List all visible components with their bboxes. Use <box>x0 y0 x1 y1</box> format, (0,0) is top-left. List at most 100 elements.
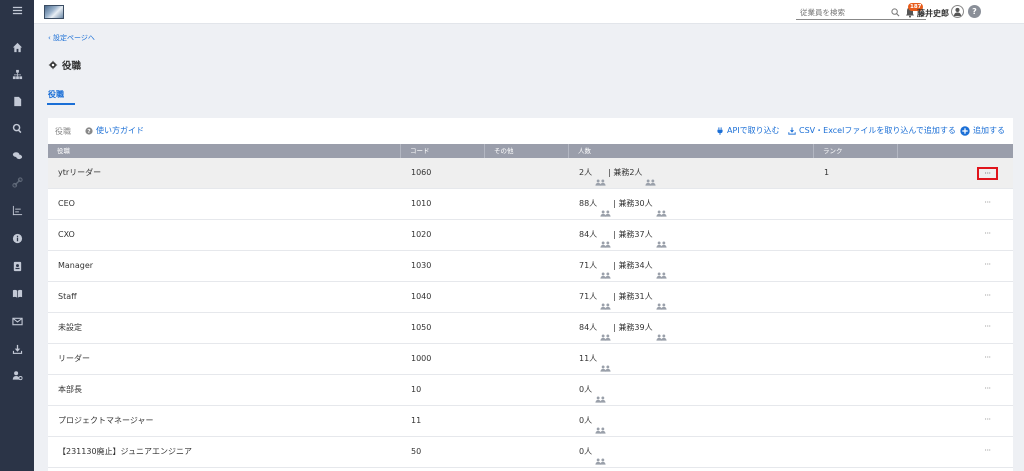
plus-circle-icon <box>960 125 970 136</box>
tab-roles[interactable]: 役職 <box>48 89 64 100</box>
help-button[interactable]: ? <box>968 5 981 18</box>
column-header-role[interactable]: 役職 <box>48 144 401 158</box>
back-link-label: 設定ページへ <box>53 34 95 42</box>
row-more-button[interactable]: ··· <box>977 260 998 273</box>
column-header-actions <box>898 144 1013 158</box>
svg-text:?: ? <box>87 129 90 135</box>
role-member-counts: 0人 <box>579 437 608 467</box>
row-more-button[interactable]: ··· <box>977 415 998 428</box>
row-more-button[interactable]: ··· <box>977 291 998 304</box>
column-header-other[interactable]: その他 <box>485 144 569 158</box>
role-code: 50 <box>411 447 422 456</box>
people-icon[interactable] <box>645 170 657 187</box>
chat-icon[interactable] <box>0 148 34 162</box>
people-icon[interactable] <box>600 201 611 218</box>
role-member-counts: 84人 | 兼務37人 <box>579 220 669 250</box>
people-icon[interactable] <box>656 201 667 218</box>
search-icon[interactable] <box>891 8 900 17</box>
role-name: CEO <box>58 199 75 208</box>
people-icon[interactable] <box>600 356 611 373</box>
row-more-button[interactable]: ··· <box>977 198 998 211</box>
link-icon[interactable] <box>0 175 34 189</box>
member-count: 88人 <box>579 199 598 208</box>
people-icon[interactable] <box>656 232 667 249</box>
people-icon[interactable] <box>595 449 606 466</box>
role-member-counts: 71人 | 兼務31人 <box>579 282 669 312</box>
profile-icon[interactable] <box>0 259 34 273</box>
role-member-counts: 84人 | 兼務39人 <box>579 313 669 343</box>
people-icon[interactable] <box>600 232 611 249</box>
member-count: 84人 <box>579 323 598 332</box>
role-code: 1030 <box>411 261 432 270</box>
table-row[interactable]: CXO 1020 84人 | 兼務37人 ··· <box>48 220 1013 251</box>
usage-guide-link[interactable]: ? 使い方ガイド <box>85 125 144 136</box>
role-code: 1020 <box>411 230 432 239</box>
mail-icon[interactable] <box>0 314 34 328</box>
table-row[interactable]: リーダー 1000 11人 ··· <box>48 344 1013 375</box>
member-count: 0人 <box>579 447 593 456</box>
page-header: 役職 <box>48 58 81 72</box>
column-header-rank[interactable]: ランク <box>814 144 898 158</box>
table-row[interactable]: CEO 1010 88人 | 兼務30人 ··· <box>48 189 1013 220</box>
plug-icon <box>717 126 723 135</box>
table-row[interactable]: Manager 1030 71人 | 兼務34人 ··· <box>48 251 1013 282</box>
member-count: 2人 <box>579 168 593 177</box>
add-role-button[interactable]: 追加する <box>960 125 1005 136</box>
column-header-code[interactable]: コード <box>401 144 485 158</box>
back-to-settings-link[interactable]: ‹ 設定ページへ <box>48 33 95 43</box>
book-icon[interactable] <box>0 286 34 300</box>
download-icon[interactable] <box>0 342 34 356</box>
table-row[interactable]: プロジェクトマネージャー 11 0人 ··· <box>48 406 1013 437</box>
table-row[interactable]: 未設定 1050 84人 | 兼務39人 ··· <box>48 313 1013 344</box>
document-icon[interactable] <box>0 94 34 108</box>
row-more-button[interactable]: ··· <box>977 322 998 335</box>
chart-icon[interactable] <box>0 203 34 217</box>
people-icon[interactable] <box>656 263 667 280</box>
people-icon[interactable] <box>600 325 611 342</box>
role-member-counts: 0人 <box>579 406 608 436</box>
role-rank: 1 <box>824 168 830 177</box>
row-more-button[interactable]: ··· <box>977 167 998 180</box>
row-more-button[interactable]: ··· <box>977 446 998 459</box>
people-icon[interactable] <box>595 418 606 435</box>
concurrent-count: 兼務30人 <box>618 199 653 208</box>
search-icon[interactable] <box>0 121 34 135</box>
table-row[interactable]: ytrリーダー 1060 2人 | 兼務2人 1 ··· <box>48 158 1013 189</box>
concurrent-count: 兼務34人 <box>618 261 653 270</box>
member-count: 11人 <box>579 354 598 363</box>
concurrent-count: 兼務31人 <box>618 292 653 301</box>
avatar[interactable] <box>951 5 964 18</box>
table-row[interactable]: 【231130廃止】ジュニアエンジニア 50 0人 ··· <box>48 437 1013 468</box>
info-icon[interactable] <box>0 231 34 245</box>
people-icon[interactable] <box>656 325 667 342</box>
active-tab-indicator <box>47 103 75 105</box>
help-circle-icon: ? <box>85 126 93 135</box>
api-import-button[interactable]: APIで取り込む <box>716 125 780 136</box>
member-count: 71人 <box>579 292 598 301</box>
table-row[interactable]: Staff 1040 71人 | 兼務31人 ··· <box>48 282 1013 313</box>
people-icon[interactable] <box>600 294 611 311</box>
role-name: 【231130廃止】ジュニアエンジニア <box>58 447 192 456</box>
role-name: 未設定 <box>58 323 82 332</box>
table-row[interactable]: 本部長 10 0人 ··· <box>48 375 1013 406</box>
csv-import-button[interactable]: CSV・Excelファイルを取り込んで追加する <box>788 125 956 136</box>
people-icon[interactable] <box>595 170 606 187</box>
role-code: 1040 <box>411 292 432 301</box>
row-more-button[interactable]: ··· <box>977 353 998 366</box>
people-icon[interactable] <box>600 263 611 280</box>
role-name: Manager <box>58 261 94 270</box>
home-icon[interactable] <box>0 40 34 54</box>
company-logo[interactable] <box>44 5 64 19</box>
people-icon[interactable] <box>595 387 606 404</box>
role-code: 1000 <box>411 354 432 363</box>
menu-icon[interactable] <box>0 3 34 17</box>
org-chart-icon[interactable] <box>0 67 34 81</box>
column-header-count[interactable]: 人数 <box>569 144 814 158</box>
user-settings-icon[interactable] <box>0 368 34 382</box>
row-more-button[interactable]: ··· <box>977 229 998 242</box>
role-code: 1060 <box>411 168 432 177</box>
people-icon[interactable] <box>656 294 667 311</box>
row-more-button[interactable]: ··· <box>977 384 998 397</box>
csv-import-label: CSV・Excelファイルを取り込んで追加する <box>799 126 956 135</box>
user-name[interactable]: 藤井史郎 <box>917 8 949 19</box>
